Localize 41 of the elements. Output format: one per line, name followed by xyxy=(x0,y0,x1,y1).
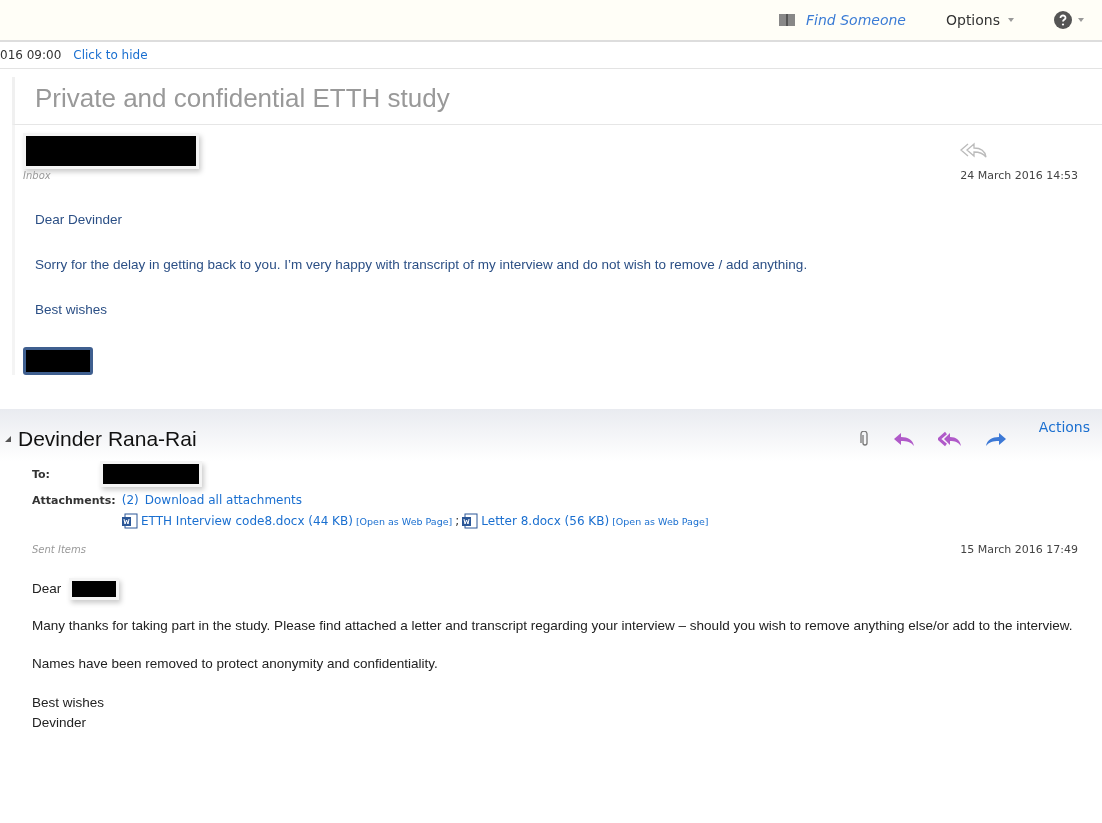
open-web-page-link[interactable]: [Open as Web Page] xyxy=(612,515,709,527)
actions-link[interactable]: Actions xyxy=(1038,419,1090,435)
message-text: Sorry for the delay in getting back to you. I’m very happy with transcript of my interview and do not wish to remove / add anything. xyxy=(35,257,809,272)
sender-name: Devinder Rana-Rai xyxy=(18,427,197,451)
reply-all-icon[interactable] xyxy=(938,430,962,448)
message-text: Best wishes xyxy=(35,302,109,317)
options-menu[interactable]: Options xyxy=(945,12,1014,28)
document-icon xyxy=(122,513,138,529)
notice-time: 016 09:00 xyxy=(0,48,62,62)
attachment-link[interactable]: ETTH Interview code8.docx (44 KB) xyxy=(141,514,353,528)
redaction-bar xyxy=(69,578,120,600)
greeting-text: Dear xyxy=(32,579,62,598)
to-label: To: xyxy=(32,467,50,481)
message-text: Names have been removed to protect anonymity and confidentiality. xyxy=(32,655,439,674)
message-date: 24 March 2016 14:53 xyxy=(960,169,1078,182)
signoff-text: Best wishes xyxy=(32,693,106,712)
collapse-icon[interactable] xyxy=(4,435,12,443)
signoff-text: Devinder xyxy=(32,713,88,732)
help-icon[interactable] xyxy=(1054,11,1072,29)
folder-label: Sent Items xyxy=(32,544,86,555)
find-someone-link[interactable]: Find Someone xyxy=(806,12,906,28)
message-text: Many thanks for taking part in the study. Please find attached a letter and transcript regarding your interview – should you wish to remove anything else/or add to the interview. xyxy=(32,617,1074,635)
message-text: Dear Devinder xyxy=(35,212,124,227)
hide-link[interactable]: Click to hide xyxy=(73,48,148,62)
forward-icon[interactable] xyxy=(984,430,1008,448)
paperclip-icon xyxy=(860,431,870,447)
message-date: 15 March 2016 17:49 xyxy=(960,543,1078,556)
attachments-label: Attachments: xyxy=(32,493,116,507)
reply-icon[interactable] xyxy=(892,430,916,448)
attachment-count: (2) xyxy=(121,493,139,507)
attachment-link[interactable]: Letter 8.docx (56 KB) xyxy=(481,514,610,528)
separator: ; xyxy=(455,514,460,528)
address-book-icon xyxy=(778,13,797,27)
document-icon xyxy=(462,513,479,529)
folder-label: Inbox xyxy=(23,170,51,181)
download-all-link[interactable]: Download all attachments xyxy=(144,493,303,507)
message-subject: Private and confidential ETTH study xyxy=(12,77,1102,125)
open-web-page-link[interactable]: [Open as Web Page] xyxy=(355,515,453,527)
redaction-bar xyxy=(23,347,93,375)
caret-icon[interactable] xyxy=(1078,18,1084,22)
caret-icon xyxy=(1008,18,1014,22)
